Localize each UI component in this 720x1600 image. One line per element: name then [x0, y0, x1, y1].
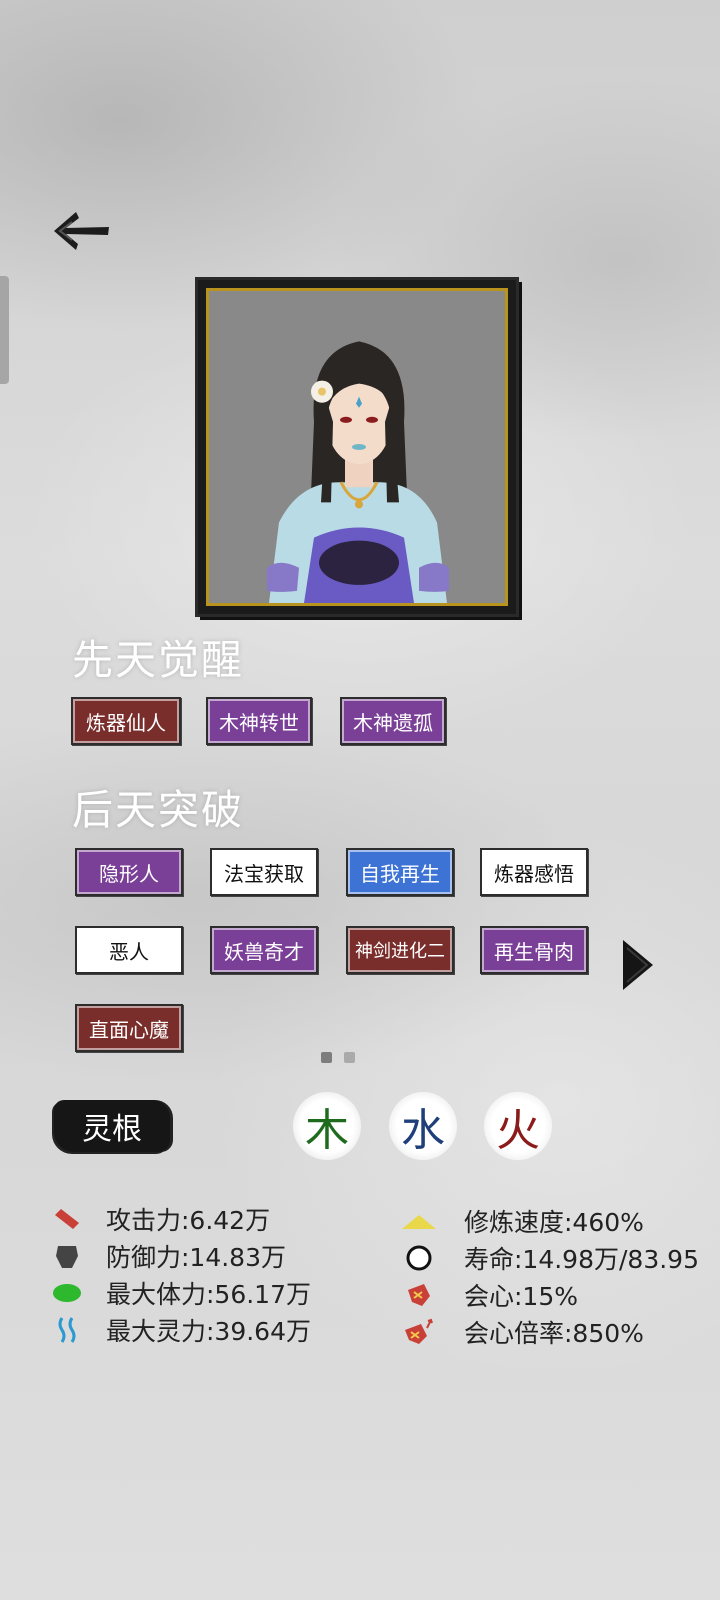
spirit-wave-icon: [52, 1315, 82, 1345]
breakthrough-trait-chip[interactable]: 再生骨肉: [480, 926, 588, 974]
crit-multiplier-icon: [400, 1317, 438, 1347]
stat-max-hp: 最大体力:56.17万: [52, 1275, 311, 1311]
stat-crit-multiplier: 会心倍率:850%: [400, 1314, 644, 1350]
stat-lifespan: 寿命:14.98万/83.95: [400, 1240, 699, 1276]
breakthrough-trait-chip[interactable]: 恶人: [75, 926, 183, 974]
page-indicator-active: [321, 1052, 332, 1063]
breakthrough-trait-chip[interactable]: 隐形人: [75, 848, 183, 896]
blade-icon: [52, 1204, 82, 1234]
side-drawer-handle[interactable]: [0, 276, 9, 384]
breakthrough-trait-chip[interactable]: 炼器感悟: [480, 848, 588, 896]
awaken-trait-chip[interactable]: 炼器仙人: [71, 697, 181, 745]
breakthrough-section-title: 后天突破: [72, 786, 244, 834]
awaken-trait-chip[interactable]: 木神转世: [206, 697, 312, 745]
breakthrough-trait-chip[interactable]: 直面心魔: [75, 1004, 183, 1052]
character-portrait-frame: [198, 280, 516, 614]
breakthrough-trait-chip[interactable]: 法宝获取: [210, 848, 318, 896]
shield-icon: [52, 1241, 82, 1271]
breakthrough-trait-chip[interactable]: 妖兽奇才: [210, 926, 318, 974]
breakthrough-trait-chip[interactable]: 自我再生: [346, 848, 454, 896]
breakthrough-trait-chip[interactable]: 神剑进化二: [346, 926, 454, 974]
spirit-root-fire: 火: [484, 1092, 552, 1160]
stat-defense: 防御力:14.83万: [52, 1238, 286, 1274]
back-button[interactable]: [52, 208, 112, 254]
stat-attack: 攻击力:6.42万: [52, 1201, 270, 1237]
awaken-section-title: 先天觉醒: [72, 636, 244, 684]
stat-cultivation-speed: 修炼速度:460%: [400, 1203, 644, 1239]
awaken-trait-chip[interactable]: 木神遗孤: [340, 697, 446, 745]
circle-icon: [400, 1243, 438, 1273]
stat-crit: 会心:15%: [400, 1277, 578, 1313]
spirit-root-wood: 木: [293, 1092, 361, 1160]
spirit-root-water: 水: [389, 1092, 457, 1160]
character-portrait: [206, 288, 508, 606]
triangle-icon: [400, 1206, 438, 1236]
page-indicator: [344, 1052, 355, 1063]
crit-icon: [400, 1280, 438, 1310]
heart-icon: [52, 1278, 82, 1308]
triangle-right-icon: [623, 940, 653, 990]
stat-max-mp: 最大灵力:39.64万: [52, 1312, 311, 1348]
back-arrow-icon: [54, 212, 109, 250]
spirit-root-label: 灵根: [54, 1100, 170, 1152]
next-page-button[interactable]: [621, 938, 655, 992]
